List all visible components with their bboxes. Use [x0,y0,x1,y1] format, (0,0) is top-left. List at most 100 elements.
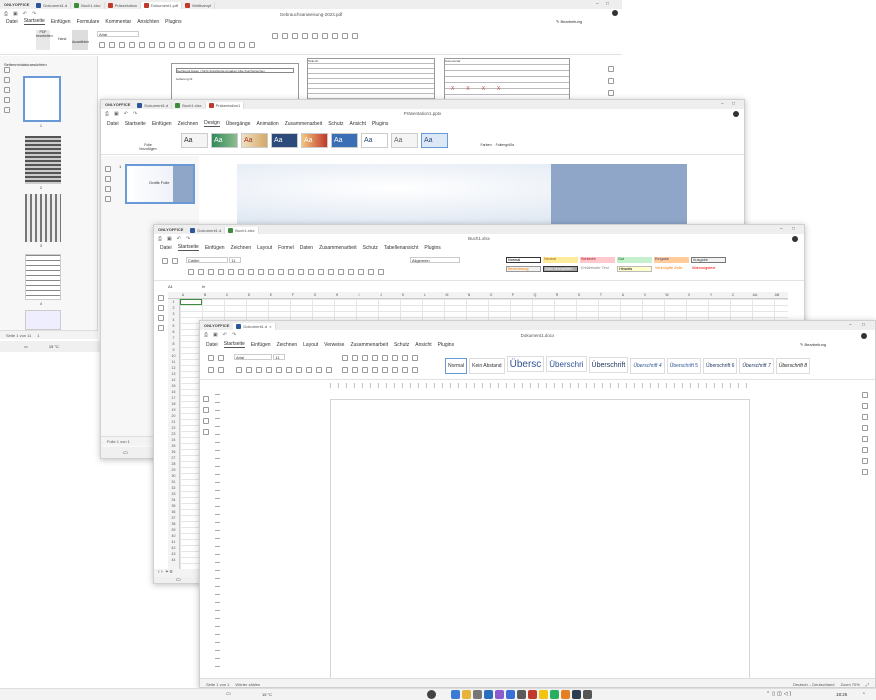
column-header[interactable]: J [370,292,392,298]
app3-app-icon[interactable] [583,690,592,699]
paragraph-styles-gallery[interactable]: Normal Kein Abstand Übersc Überschri Übersch… [444,356,811,374]
pdf-menu-3[interactable]: Formulare [77,19,100,25]
add-slide-button[interactable]: Folie hinzufügen [139,133,157,151]
column-header[interactable]: R [546,292,568,298]
pptx-menu-4[interactable]: Design [204,120,220,127]
column-header[interactable]: C [216,292,238,298]
column-header[interactable]: AB [766,292,788,298]
docx-maximize-icon[interactable]: □ [862,322,865,328]
column-header[interactable]: G [304,292,326,298]
cell-style-9[interactable]: Hinweis [617,266,652,272]
paragraph-style[interactable]: Überschrift 7 [739,358,774,374]
docx-menu-6[interactable]: Zusammenarbeit [350,342,388,348]
pdf-thumb-5[interactable] [25,310,61,330]
xlsx-menu-10[interactable]: Plugins [424,245,440,251]
docx-menu-2[interactable]: Einfügen [251,342,271,348]
theme-8[interactable]: Aa [391,133,418,148]
cell-style-5[interactable]: Ausgabe [691,257,726,263]
pptx-maximize-icon[interactable]: □ [732,101,735,107]
column-header[interactable]: F [282,292,304,298]
selected-cell[interactable] [180,299,202,305]
column-header[interactable]: T [590,292,612,298]
xlsx-menu-5[interactable]: Formel [278,245,294,251]
widgets-app-icon[interactable] [451,690,460,699]
pdf-thumb-4[interactable] [25,254,61,300]
pdf-mode[interactable]: ✎ Bearbeitung [556,19,582,24]
clock[interactable]: 18:25 [836,692,847,697]
docx-menu-4[interactable]: Layout [303,342,318,348]
pptx-tab-2[interactable]: Präsentation1 [205,101,245,109]
xlsx-minimize-icon[interactable]: – [780,226,783,232]
pdf-thumb-1[interactable] [23,76,61,122]
pptx-tab-0[interactable]: Dokument1.d [134,101,173,109]
pptx-menu-7[interactable]: Zusammenarbeit [285,121,323,127]
column-header[interactable]: K [392,292,414,298]
name-box[interactable]: A1 [168,284,173,289]
docx-tab-0[interactable]: Dokument1.d × [233,322,276,330]
status-zoom[interactable]: Zoom 70% [840,682,859,687]
docx-menu-8[interactable]: Ansicht [415,342,431,348]
pdf-menu-1[interactable]: Startseite [23,18,45,25]
paragraph-style[interactable]: Überschrift [588,357,629,373]
cell-style-4[interactable]: Eingabe [654,257,689,263]
pdf-maximize-icon[interactable]: □ [606,1,609,7]
xlsx-menu-7[interactable]: Zusammenarbeit [319,245,357,251]
vertical-ruler[interactable] [215,394,220,674]
cell-style-1[interactable]: Neutral [543,257,578,263]
paragraph-style[interactable]: Überschrift 4 [630,358,665,374]
column-header[interactable]: S [568,292,590,298]
pptx-menu-5[interactable]: Übergänge [226,121,251,127]
xlsx-menu-4[interactable]: Layout [257,245,272,251]
docx-font-select[interactable]: Arial 11 [234,354,286,360]
column-header[interactable]: Y [700,292,722,298]
pptx-menu-10[interactable]: Plugins [372,121,388,127]
xlsx-tab-0[interactable]: Dokument1.d [187,226,226,234]
xlsx-menu-0[interactable]: Datei [160,245,172,251]
sheet-tab-nav[interactable]: ‹ › + ≡ [154,569,202,577]
column-header[interactable]: H [326,292,348,298]
column-header[interactable]: A [172,292,194,298]
pdf-tab-4[interactable]: Wettkampf [182,1,216,9]
xlsx-maximize-icon[interactable]: □ [792,226,795,232]
pdf-thumb-3[interactable] [25,194,61,242]
theme-6[interactable]: Aa [331,133,358,148]
docx-menu-0[interactable]: Datei [206,342,218,348]
xlsx-tab-1[interactable]: Buch1.xlsx [225,226,259,234]
horizontal-ruler[interactable] [330,383,750,388]
app2-app-icon[interactable] [572,690,581,699]
column-header[interactable]: X [678,292,700,298]
status-language[interactable]: Deutsch – Deutschland [793,682,834,687]
paragraph-style[interactable]: Überschrift 8 [775,358,811,374]
paragraph-style[interactable]: Überschri [546,356,587,372]
pptx-minimize-icon[interactable]: – [721,101,724,107]
column-header[interactable]: Z [722,292,744,298]
theme-5[interactable]: Aa [301,133,328,148]
theme-1[interactable]: Aa [181,133,208,148]
docx-minimize-icon[interactable]: – [849,322,852,328]
notification-icon[interactable]: ◔ [862,691,865,697]
pdf-thumb-2[interactable] [25,136,61,184]
docx-menu-3[interactable]: Zeichnen [277,342,298,348]
colors-button[interactable]: Farben [479,133,493,147]
tray-network-icon[interactable]: ◫ [777,691,784,697]
chrome-app-icon[interactable] [550,690,559,699]
cell-style-0[interactable]: Normal [506,257,541,263]
weather-widget[interactable]: 15 °C [262,692,272,697]
column-header[interactable]: AA [744,292,766,298]
pdf-menu-4[interactable]: Kommentar [105,19,131,25]
column-header[interactable]: L [414,292,436,298]
column-header[interactable]: V [634,292,656,298]
pdf-menu-6[interactable]: Plugins [165,19,181,25]
app-app-icon[interactable] [561,690,570,699]
xlsx-menu-9[interactable]: Tabellenansicht [384,245,418,251]
pdf-tab-3[interactable]: Dokument1.pdf [141,1,183,9]
slide-size-button[interactable]: Foliengröße [494,133,516,147]
pptx-menu-0[interactable]: Datei [107,121,119,127]
column-header[interactable]: B [194,292,216,298]
theme-2[interactable]: Aa [211,133,238,148]
hand-tool[interactable]: Hand [58,37,66,41]
tray-volume-icon[interactable]: ◁) [784,691,794,697]
select-tool[interactable]: Auswählen [72,30,89,50]
xlsx-font-select[interactable]: Calibri 11 [186,257,242,263]
fit-page-icon[interactable]: ⤢ [866,682,869,687]
